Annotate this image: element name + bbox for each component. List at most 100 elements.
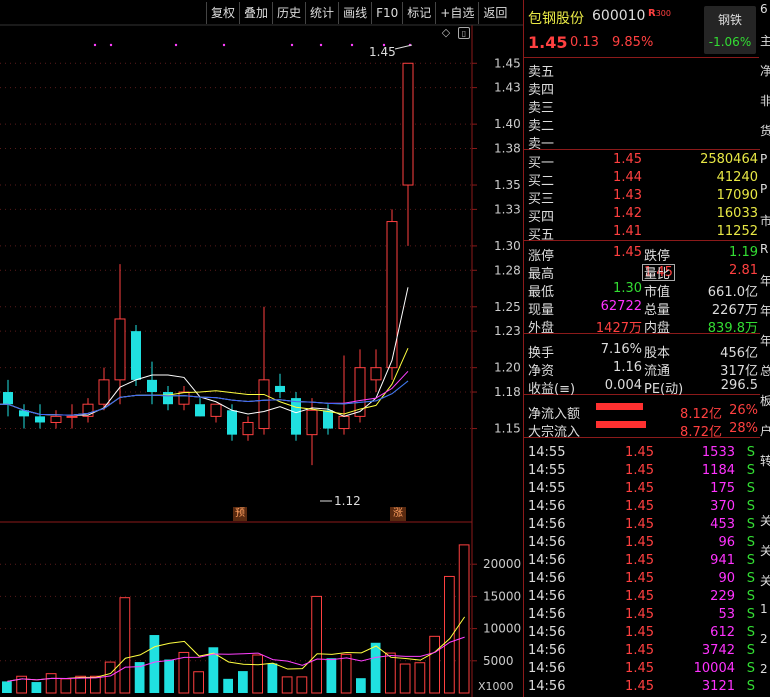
- toolbar-draw-button[interactable]: 画线: [338, 2, 371, 24]
- tick-time: 14:56: [528, 589, 566, 604]
- tick-price: 1.45: [625, 643, 654, 658]
- tick-volume: 53: [718, 607, 735, 622]
- tick-time: 14:56: [528, 625, 566, 640]
- tick-time: 14:56: [528, 553, 566, 568]
- stat-value: 839.8万: [707, 321, 758, 336]
- candle-body: [131, 331, 141, 380]
- volume-ma10-line: [7, 636, 465, 682]
- candle-body: [147, 379, 157, 393]
- volume-bar: [238, 671, 248, 693]
- flow-value: 8.72亿: [680, 425, 722, 440]
- fund-value: 1.16: [613, 360, 642, 375]
- tick-volume: 1184: [701, 463, 735, 478]
- toolbar-restore-rights-button[interactable]: 复权: [206, 2, 239, 24]
- tick-time: 14:56: [528, 571, 566, 586]
- price-tick-label: 1.25: [494, 300, 521, 314]
- volume-bar: [60, 678, 72, 694]
- tick-side: S: [746, 643, 755, 658]
- candle-body: [338, 415, 350, 430]
- candle-body: [82, 403, 94, 417]
- price-tick-label: 1.18: [494, 385, 521, 399]
- tick-price: 1.45: [625, 481, 654, 496]
- side-column-char: 2: [760, 662, 768, 676]
- volume-bar: [193, 671, 204, 694]
- toolbar-stats-button[interactable]: 统计: [305, 2, 338, 24]
- last-price: 1.45: [528, 33, 568, 52]
- toolbar-mark-button[interactable]: 标记: [402, 2, 435, 24]
- stock-name[interactable]: 包钢股份: [528, 8, 584, 28]
- side-column-char: 关: [760, 574, 770, 588]
- stat-value: 2.81: [729, 263, 758, 278]
- stat-value: 62722: [600, 299, 642, 314]
- tick-volume: 96: [718, 535, 735, 550]
- side-column-char: R: [760, 242, 769, 256]
- ask-row: 卖一: [524, 132, 760, 152]
- tick-time: 14:55: [528, 445, 566, 460]
- sector-badge[interactable]: 钢铁 -1.06%: [704, 6, 756, 54]
- bid-row: 买五 1.41 11252: [524, 223, 760, 243]
- volume-bar: [90, 675, 101, 694]
- tick-volume: 90: [718, 571, 735, 586]
- tick-row: 14:55 1.45 175 S: [524, 480, 760, 498]
- tick-side: S: [746, 499, 755, 514]
- fund-value: 7.16%: [600, 342, 642, 357]
- diamond-icon[interactable]: ◇: [440, 27, 452, 39]
- side-column-char: 非: [760, 94, 770, 108]
- high-arrow-line: [394, 44, 413, 50]
- side-column-char: 关: [760, 544, 770, 558]
- candle-body: [178, 391, 190, 405]
- bid-row: 买二 1.44 41240: [524, 169, 760, 189]
- toolbar-back-button[interactable]: 返回: [478, 2, 511, 24]
- stat-row: 最低 1.30 市值 661.0亿: [524, 280, 760, 300]
- fund-row: 净资 1.16 流通 317亿: [524, 359, 760, 379]
- ask-levels: 卖五 卖四 卖三 卖二 卖一: [524, 60, 760, 152]
- toolbar-f10-button[interactable]: F10: [371, 2, 402, 24]
- flow-label: 大宗流入: [528, 425, 581, 440]
- tick-volume: 1533: [701, 445, 735, 460]
- price-tick-label: 1.28: [494, 263, 521, 277]
- bid-price: 1.42: [613, 206, 642, 221]
- fund-value: 0.004: [604, 378, 642, 393]
- fund-row: 换手 7.16% 股本 456亿: [524, 341, 760, 361]
- stat-value: 1.45: [613, 245, 642, 260]
- window-toggle-icon[interactable]: ▯: [458, 27, 470, 39]
- tick-side: S: [746, 553, 755, 568]
- bid-volume: 17090: [716, 188, 758, 203]
- tick-price: 1.45: [625, 607, 654, 622]
- fund-value: 296.5: [720, 378, 758, 393]
- signal-dot: [222, 43, 226, 47]
- ask-row: 卖三: [524, 96, 760, 116]
- note-yu-marker[interactable]: 预: [233, 507, 247, 521]
- stats-block: 涨停 1.45 跌停 1.19 最高 1.45 量比 2.81 最低 1.30 市值 661.0亿 现量…: [524, 244, 760, 336]
- toolbar-overlay-button[interactable]: 叠加: [239, 2, 272, 24]
- tick-volume: 941: [710, 553, 735, 568]
- price-change: 0.13: [570, 35, 599, 50]
- stat-label: 内盘: [644, 321, 671, 336]
- signal-dot: [93, 43, 97, 47]
- price-tick-label: 1.38: [494, 142, 521, 156]
- volume-bar: [429, 635, 440, 694]
- side-column-char: 年: [760, 334, 770, 348]
- side-column-char: 6: [760, 2, 768, 16]
- quote-panel: 包钢股份 600010 R300 1.45 0.13 9.85% 钢铁 -1.0…: [523, 0, 760, 697]
- candle-body: [163, 392, 173, 405]
- candle-body: [227, 410, 237, 435]
- bid-volume: 16033: [716, 206, 758, 221]
- side-column-char: 户: [760, 424, 770, 438]
- toolbar-add-watchlist-button[interactable]: +自选: [435, 2, 478, 24]
- side-column-char: 1: [760, 602, 768, 616]
- toolbar-history-button[interactable]: 历史: [272, 2, 305, 24]
- side-column-char: 货: [760, 124, 770, 138]
- side-column-char: 转: [760, 454, 770, 468]
- bid-row: 买一 1.45 2580464: [524, 151, 760, 171]
- side-column-char: 主: [760, 34, 770, 48]
- kline-chart[interactable]: 1.45 1.43 1.40 1.38 1.35 1.33 1.30 1.28 1.25 1.23…: [0, 0, 523, 697]
- tick-row: 14:56 1.45 229 S: [524, 588, 760, 606]
- note-zhang-marker[interactable]: 涨: [390, 507, 406, 521]
- tick-volume: 10004: [693, 661, 735, 676]
- tick-list[interactable]: 14:55 1.45 1533 S 14:55 1.45 1184 S 14:55 1.45 175…: [524, 444, 760, 696]
- tick-row: 14:55 1.45 1184 S: [524, 462, 760, 480]
- tick-price: 1.45: [625, 463, 654, 478]
- candle-body: [35, 416, 45, 423]
- candlesticks: [3, 62, 414, 466]
